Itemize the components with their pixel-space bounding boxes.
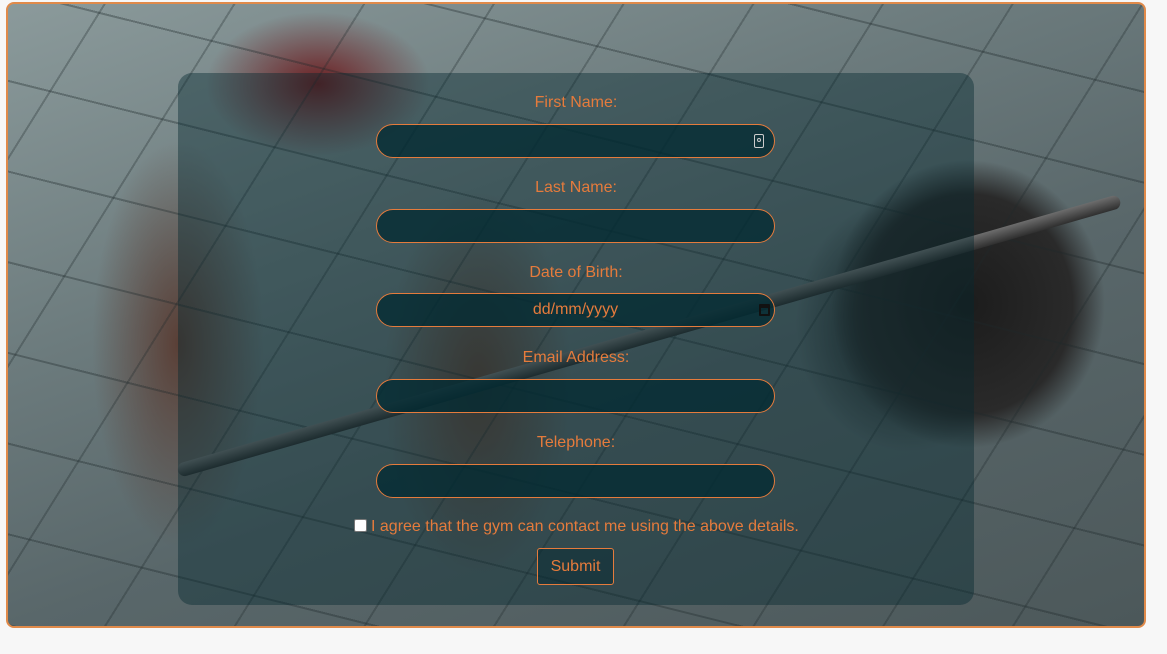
dob-placeholder: dd/mm/yyyy bbox=[532, 301, 619, 318]
contact-card-icon[interactable] bbox=[754, 134, 764, 148]
telephone-label: Telephone: bbox=[536, 434, 616, 451]
first-name-label: First Name: bbox=[534, 94, 618, 111]
consent-label: I agree that the gym can contact me usin… bbox=[371, 518, 799, 535]
dob-label: Date of Birth: bbox=[529, 264, 623, 281]
consent-row: I agree that the gym can contact me usin… bbox=[354, 518, 799, 536]
calendar-icon[interactable] bbox=[759, 304, 770, 316]
email-label: Email Address: bbox=[522, 349, 630, 366]
last-name-label: Last Name: bbox=[535, 179, 617, 196]
dob-input[interactable]: dd/mm/yyyy bbox=[376, 293, 775, 327]
consent-checkbox[interactable] bbox=[354, 519, 367, 532]
email-input[interactable] bbox=[376, 379, 775, 413]
telephone-input[interactable] bbox=[376, 464, 775, 498]
submit-button[interactable]: Submit bbox=[537, 548, 614, 585]
last-name-input[interactable] bbox=[376, 209, 775, 243]
first-name-input[interactable] bbox=[376, 124, 775, 158]
